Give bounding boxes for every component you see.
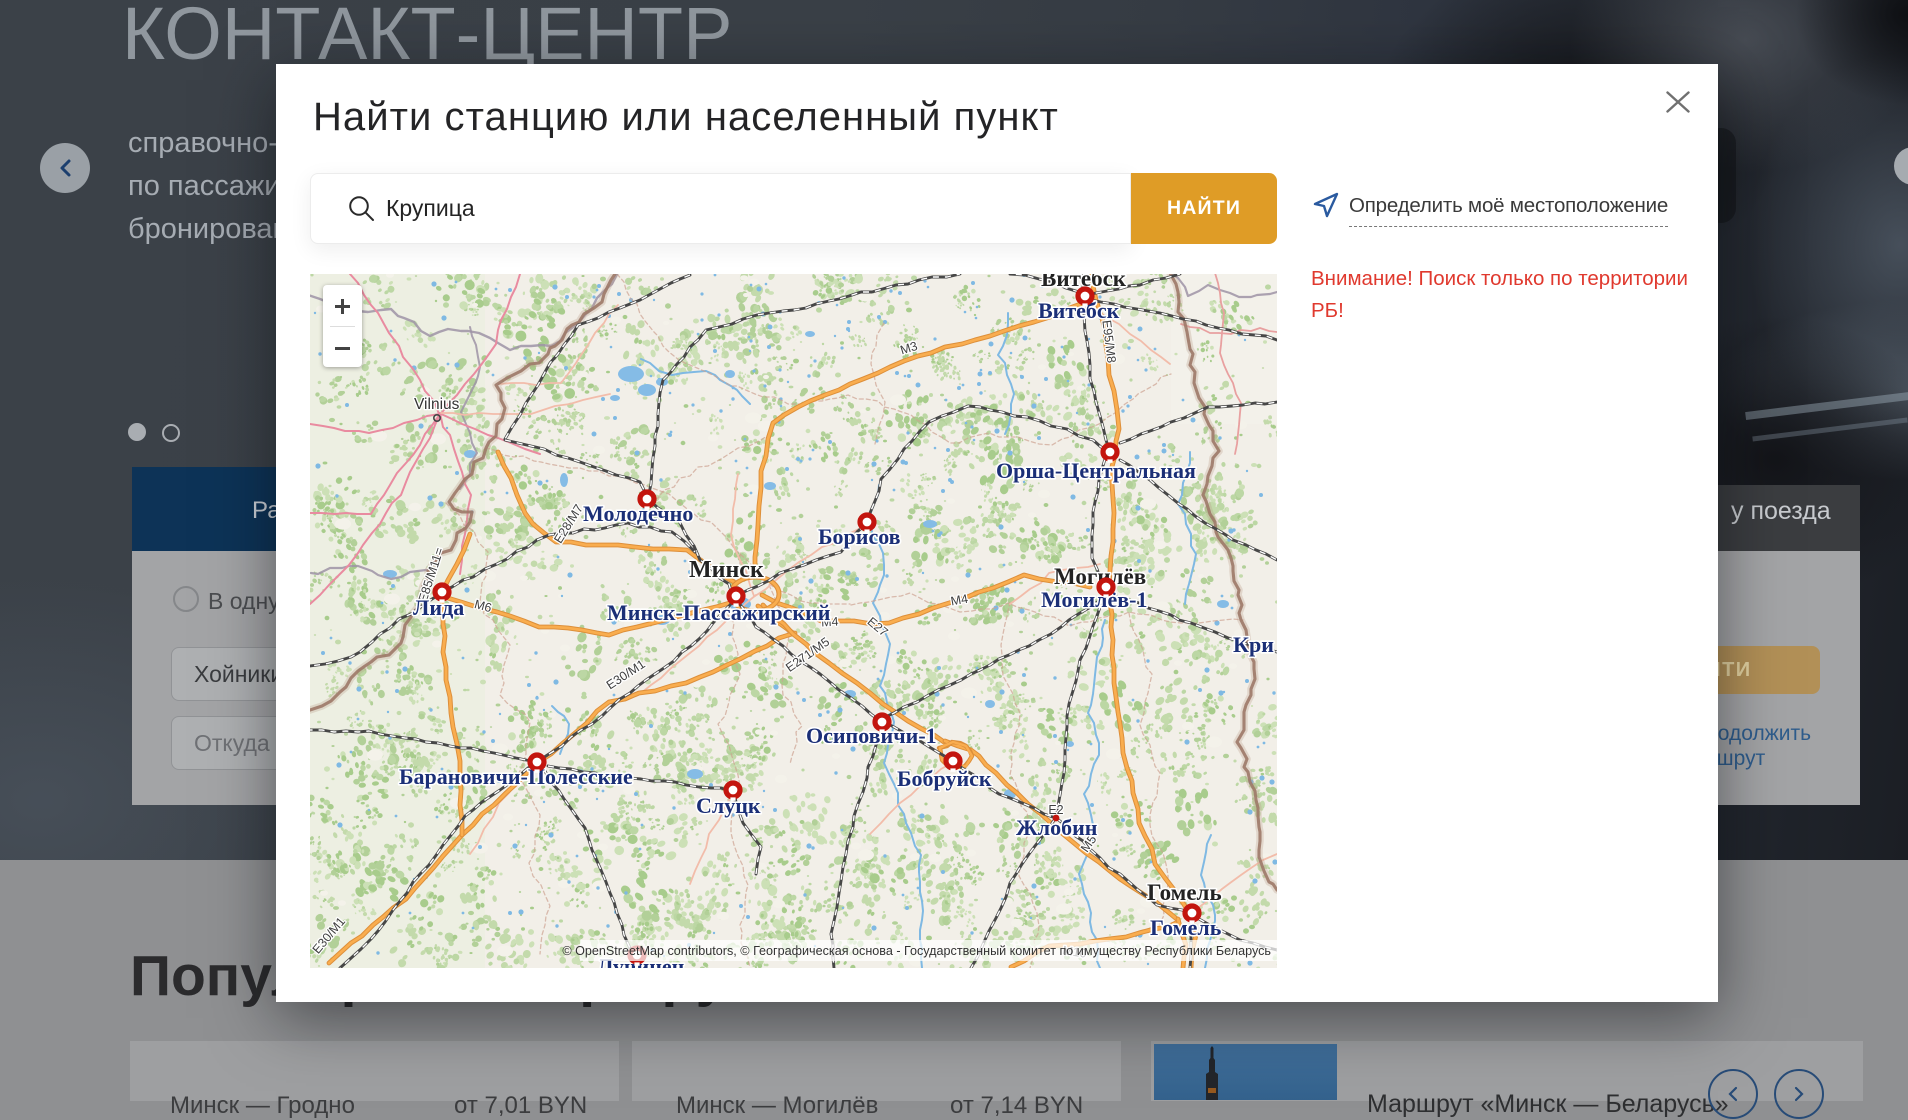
svg-text:Vilnius: Vilnius [414,396,460,413]
svg-text:Могилёв-1: Могилёв-1 [1041,587,1147,612]
svg-text:Гомель: Гомель [1147,880,1222,905]
svg-text:Бобруйск: Бобруйск [897,766,992,791]
svg-text:Барановичи-Полесские: Барановичи-Полесские [399,764,633,789]
svg-text:Молодечно: Молодечно [583,501,693,526]
svg-text:Минск: Минск [689,557,764,583]
svg-text:Кри: Кри [1233,632,1274,657]
svg-text:Минск-Пассажирский: Минск-Пассажирский [607,600,831,625]
svg-text:Орша-Центральная: Орша-Центральная [996,458,1196,483]
svg-text:Осиповичи-1: Осиповичи-1 [806,723,937,748]
svg-text:© OpenStreetMap contributors,: © OpenStreetMap contributors, © Географи… [562,944,1271,958]
svg-text:М4: М4 [950,592,970,609]
